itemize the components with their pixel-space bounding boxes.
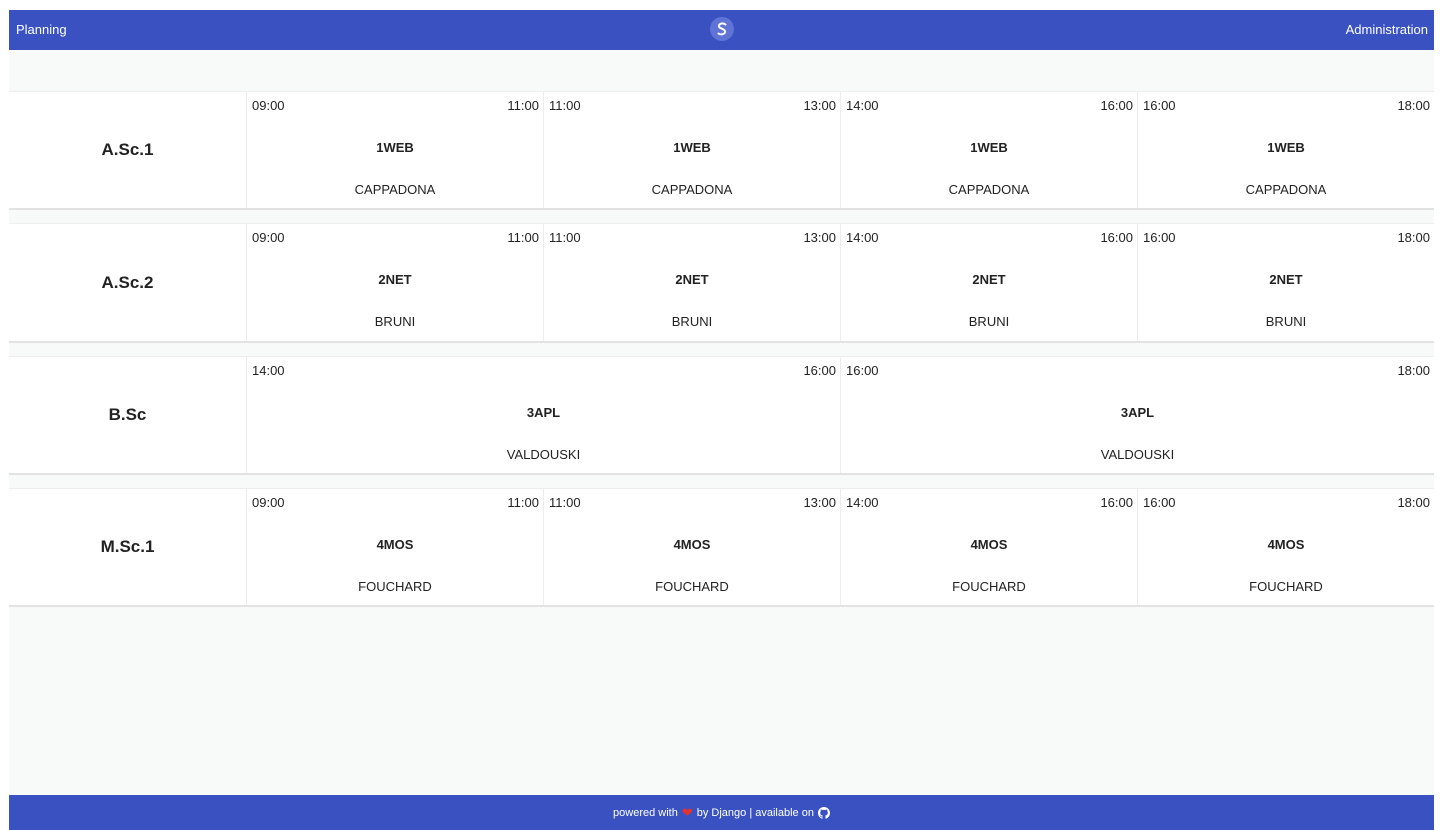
slot-end-time: 11:00 (507, 98, 539, 113)
logo-icon[interactable] (710, 17, 734, 41)
nav-administration-link[interactable]: Administration (1346, 10, 1428, 50)
slot-end-time: 16:00 (1100, 98, 1133, 113)
schedule-slot[interactable]: 14:00 16:00 3APL VALDOUSKI (246, 357, 840, 473)
schedule-slot[interactable]: 14:00 16:00 1WEB CAPPADONA (840, 92, 1137, 208)
slot-teacher: CAPPADONA (1245, 182, 1327, 197)
navbar: Planning Administration (9, 10, 1434, 50)
slot-start-time: 09:00 (252, 98, 285, 113)
slot-course: 4MOS (970, 537, 1008, 552)
slot-teacher: FOUCHARD (1249, 579, 1323, 594)
slot-course: 1WEB (1267, 140, 1305, 155)
room-row: B.Sc 14:00 16:00 3APL VALDOUSKI 16:00 18… (9, 356, 1434, 475)
nav-planning-link[interactable]: Planning (16, 10, 67, 50)
room-name: M.Sc.1 (100, 537, 155, 556)
room-row: A.Sc.1 09:00 11:00 1WEB CAPPADONA 11:00 … (9, 91, 1434, 210)
slot-teacher: FOUCHARD (358, 579, 432, 594)
slot-course: 4MOS (1267, 537, 1305, 552)
slot-start-time: 14:00 (252, 363, 285, 378)
slot-start-time: 14:00 (846, 495, 879, 510)
slot-end-time: 18:00 (1397, 98, 1430, 113)
slot-end-time: 11:00 (507, 230, 539, 245)
slot-course: 1WEB (970, 140, 1008, 155)
schedule-slot[interactable]: 11:00 13:00 1WEB CAPPADONA (543, 92, 840, 208)
slot-start-time: 14:00 (846, 98, 879, 113)
slot-end-time: 16:00 (1100, 230, 1133, 245)
schedule-slot[interactable]: 16:00 18:00 1WEB CAPPADONA (1137, 92, 1434, 208)
footer: powered with ❤ by Django | available on (9, 795, 1434, 830)
slot-start-time: 16:00 (846, 363, 879, 378)
schedule-slot[interactable]: 09:00 11:00 2NET BRUNI (246, 224, 543, 341)
slot-end-time: 16:00 (1100, 495, 1133, 510)
slot-end-time: 18:00 (1397, 495, 1430, 510)
slot-end-time: 18:00 (1397, 363, 1430, 378)
slot-teacher: BRUNI (374, 314, 416, 329)
schedule-slot[interactable]: 16:00 18:00 4MOS FOUCHARD (1137, 489, 1434, 605)
slot-course: 1WEB (376, 140, 414, 155)
schedule-slot[interactable]: 14:00 16:00 2NET BRUNI (840, 224, 1137, 341)
room-row: M.Sc.1 09:00 11:00 4MOS FOUCHARD 11:00 1… (9, 488, 1434, 607)
room-name: A.Sc.2 (101, 272, 154, 292)
slot-start-time: 11:00 (549, 495, 581, 510)
slot-course: 4MOS (376, 537, 414, 552)
slot-start-time: 09:00 (252, 230, 285, 245)
slot-start-time: 16:00 (1143, 495, 1176, 510)
slot-teacher: FOUCHARD (655, 579, 729, 594)
slot-course: 2NET (675, 272, 709, 287)
footer-text-after: by Django | available on (696, 806, 814, 819)
github-icon[interactable] (817, 806, 830, 819)
slot-end-time: 13:00 (803, 230, 836, 245)
schedule-slot[interactable]: 09:00 11:00 1WEB CAPPADONA (246, 92, 543, 208)
heart-icon: ❤ (681, 804, 693, 820)
slot-teacher: FOUCHARD (952, 579, 1026, 594)
schedule-slot[interactable]: 16:00 18:00 2NET BRUNI (1137, 224, 1434, 341)
slot-teacher: BRUNI (1265, 314, 1307, 329)
room-name: B.Sc (108, 405, 147, 424)
slot-end-time: 13:00 (803, 495, 836, 510)
room-name: A.Sc.1 (101, 140, 154, 159)
schedule-slot[interactable]: 14:00 16:00 4MOS FOUCHARD (840, 489, 1137, 605)
slot-course: 2NET (972, 272, 1006, 287)
slot-start-time: 09:00 (252, 495, 285, 510)
slot-course: 2NET (378, 272, 412, 287)
slot-start-time: 16:00 (1143, 98, 1176, 113)
room-row: A.Sc.2 09:00 11:00 2NET BRUNI 11:00 13:0… (9, 223, 1434, 343)
slot-teacher: BRUNI (968, 314, 1010, 329)
slot-start-time: 11:00 (549, 98, 581, 113)
slot-course: 3APL (1120, 405, 1155, 420)
slot-teacher: VALDOUSKI (506, 447, 581, 462)
slot-teacher: BRUNI (671, 314, 713, 329)
slot-teacher: CAPPADONA (651, 182, 733, 197)
slot-end-time: 18:00 (1397, 230, 1430, 245)
slot-end-time: 16:00 (803, 363, 836, 378)
slot-course: 1WEB (673, 140, 711, 155)
slot-start-time: 14:00 (846, 230, 879, 245)
slot-teacher: VALDOUSKI (1100, 447, 1175, 462)
footer-text-before: powered with (613, 806, 678, 819)
page: Planning Administration A.Sc.1 09:00 11:… (9, 10, 1434, 830)
schedule-slot[interactable]: 16:00 18:00 3APL VALDOUSKI (840, 357, 1434, 473)
slot-start-time: 11:00 (549, 230, 581, 245)
slot-course: 3APL (526, 405, 561, 420)
slot-teacher: CAPPADONA (948, 182, 1030, 197)
slot-teacher: CAPPADONA (354, 182, 436, 197)
schedule-slot[interactable]: 09:00 11:00 4MOS FOUCHARD (246, 489, 543, 605)
slot-course: 4MOS (673, 537, 711, 552)
schedule-slot[interactable]: 11:00 13:00 4MOS FOUCHARD (543, 489, 840, 605)
slot-end-time: 13:00 (803, 98, 836, 113)
schedule-slot[interactable]: 11:00 13:00 2NET BRUNI (543, 224, 840, 341)
slot-end-time: 11:00 (507, 495, 539, 510)
slot-start-time: 16:00 (1143, 230, 1176, 245)
slot-course: 2NET (1269, 272, 1303, 287)
